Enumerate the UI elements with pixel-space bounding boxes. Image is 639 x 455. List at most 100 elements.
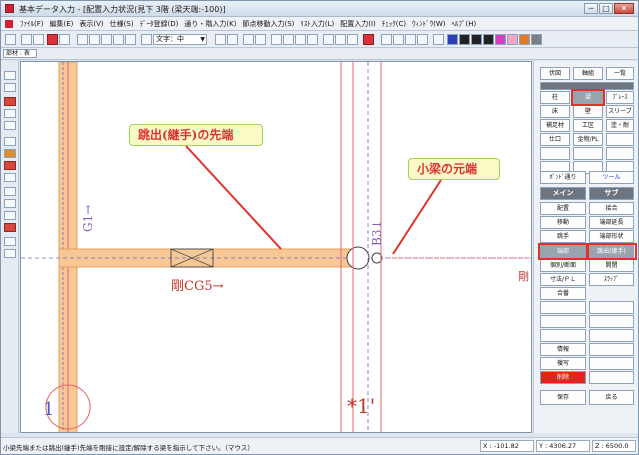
color-swatch-black-1[interactable] (459, 34, 470, 45)
select-box-icon[interactable] (363, 34, 374, 45)
blank-sub-6[interactable] (589, 371, 634, 384)
save-button[interactable]: 保存 (540, 390, 586, 405)
save-icon[interactable] (5, 34, 16, 45)
back-button[interactable]: 戻る (589, 390, 634, 405)
grid-icon[interactable] (77, 34, 88, 45)
tool-misc-icon[interactable] (4, 249, 16, 258)
view-frame-button[interactable]: 軸組 (573, 67, 603, 80)
blank-sub-2[interactable] (589, 315, 634, 328)
tab-sub[interactable]: サブ (589, 187, 634, 200)
color-swatch-orange[interactable] (519, 34, 530, 45)
menu-edit[interactable]: 編集(E) (47, 19, 77, 29)
close-button[interactable]: ✕ (614, 3, 634, 14)
member-hardware-button[interactable]: 金物/PL (573, 133, 603, 146)
tool-column-icon[interactable] (4, 149, 16, 158)
delete-button[interactable]: 削除 (540, 371, 586, 384)
tool-icon-1[interactable] (215, 34, 226, 45)
member-zone-button[interactable]: 工区 (573, 119, 603, 132)
sub-end-shape-button[interactable]: 端部形状 (589, 230, 634, 243)
redo-icon[interactable] (33, 34, 44, 45)
font-size-select[interactable]: 文字：中 ▼ (153, 34, 207, 45)
stop-icon[interactable] (47, 34, 58, 45)
tool-icon-2[interactable] (227, 34, 238, 45)
member-floor-button[interactable]: 床 (540, 105, 570, 118)
blank-main-2[interactable] (540, 315, 586, 328)
maximize-button[interactable]: □ (599, 3, 613, 14)
tool-beam-icon[interactable] (4, 109, 16, 118)
monitor-icon[interactable] (381, 34, 392, 45)
blank-main-1[interactable] (540, 301, 586, 314)
tool-list-icon[interactable] (4, 199, 16, 208)
menu-placement[interactable]: 配置入力(I) (337, 19, 379, 29)
minimize-button[interactable]: ─ (584, 3, 598, 14)
main-hand-button[interactable]: 跳手 (540, 230, 586, 243)
tool-sl-icon[interactable] (4, 121, 16, 130)
menu-window[interactable]: ｳｨﾝﾄﾞｳ(W) (409, 19, 448, 29)
line-icon-7[interactable] (347, 34, 358, 45)
select-all-icon[interactable] (433, 34, 444, 45)
sub-slab-button[interactable]: ｽﾗｯﾌﾞ (589, 273, 634, 286)
menu-view[interactable]: 表示(V) (76, 19, 106, 29)
tab-main[interactable]: メイン (540, 187, 586, 200)
line-icon-3[interactable] (295, 34, 306, 45)
member-beam-button[interactable]: 梁 (573, 91, 603, 104)
tool-floor-icon[interactable] (4, 161, 16, 170)
blank-sub-4[interactable] (589, 343, 634, 356)
tools-button[interactable]: ツール (589, 171, 634, 184)
text-icon[interactable] (141, 34, 152, 45)
info-button[interactable]: 情報 (540, 343, 586, 356)
beam-end-circle[interactable] (346, 246, 370, 270)
main-end-button[interactable]: 端部 (540, 245, 586, 258)
tool-dim-icon[interactable] (4, 237, 16, 246)
member-joint-button[interactable]: 仕口 (540, 133, 570, 146)
main-section-button[interactable]: 個別/断面 (540, 259, 586, 272)
blank-button-3[interactable] (606, 147, 634, 160)
bond-axis-button[interactable]: ﾎﾞﾝﾄﾞ通り (540, 171, 586, 184)
blank-sub-5[interactable] (589, 357, 634, 370)
color-swatch-black-2[interactable] (471, 34, 482, 45)
tool-axis-icon[interactable] (4, 83, 16, 92)
tool-select-icon[interactable] (4, 211, 16, 220)
shape-icon-2[interactable] (405, 34, 416, 45)
sub-end-extend-button[interactable]: 端部延長 (589, 216, 634, 229)
blank-button-2[interactable] (573, 147, 603, 160)
line-icon-1[interactable] (271, 34, 282, 45)
color-swatch-black-3[interactable] (483, 34, 494, 45)
member-coating-button[interactable]: 塗・耐 (606, 119, 634, 132)
blank-button-1[interactable] (540, 147, 570, 160)
tool-slab-icon[interactable] (4, 173, 16, 182)
color-swatch-blue[interactable] (447, 34, 458, 45)
rotate-icon[interactable] (125, 34, 136, 45)
line-icon-2[interactable] (283, 34, 294, 45)
view-plan-button[interactable]: 伏図 (540, 67, 570, 80)
tool-icon-4[interactable] (255, 34, 266, 45)
menu-axis-floor[interactable]: 通り・階入力(K) (181, 19, 239, 29)
main-dim-pl-button[interactable]: 寸法/ＰＬ (540, 273, 586, 286)
main-move-button[interactable]: 移動 (540, 216, 586, 229)
sub-joint-button[interactable]: 接合 (589, 202, 634, 215)
tool-mark-icon[interactable] (4, 223, 16, 232)
drawing-canvas[interactable]: 跳出(継手)の先端 小梁の元端 剛CG5→ 剛 G1→ B3↓ 1 *1' (20, 61, 532, 433)
menu-file[interactable]: ﾌｧｲﾙ(F) (17, 19, 47, 29)
sub-open-close-button[interactable]: 開閉 (589, 259, 634, 272)
color-swatch-gray[interactable] (531, 34, 542, 45)
copy-button[interactable]: 複写 (540, 357, 586, 370)
shape-icon-3[interactable] (417, 34, 428, 45)
member-wall-button[interactable]: 壁 (573, 105, 603, 118)
member-sleeve-button[interactable]: スリーブ (606, 105, 634, 118)
color-swatch-magenta[interactable] (495, 34, 506, 45)
menu-list-input[interactable]: ﾘｽﾄ入力(L) (297, 19, 337, 29)
blank-sub-3[interactable] (589, 329, 634, 342)
refresh-icon[interactable] (59, 34, 70, 45)
tool-grid-icon[interactable] (4, 71, 16, 80)
main-number-button[interactable]: 合番 (540, 287, 586, 300)
menu-check[interactable]: ﾁｪｯｸ(C) (379, 19, 409, 29)
view-list-button[interactable]: 一覧 (606, 67, 634, 80)
member-field[interactable]: 部材 : 表 (3, 49, 37, 58)
undo-icon[interactable] (21, 34, 32, 45)
menu-node-move[interactable]: 節点移動入力(S) (239, 19, 297, 29)
menu-data-register[interactable]: ﾃﾞｰﾀ登録(D) (137, 19, 182, 29)
sub-cantilever-button[interactable]: 跳出(継手) (589, 245, 634, 258)
member-column-button[interactable]: 柱 (540, 91, 570, 104)
layout-icon[interactable] (89, 34, 100, 45)
